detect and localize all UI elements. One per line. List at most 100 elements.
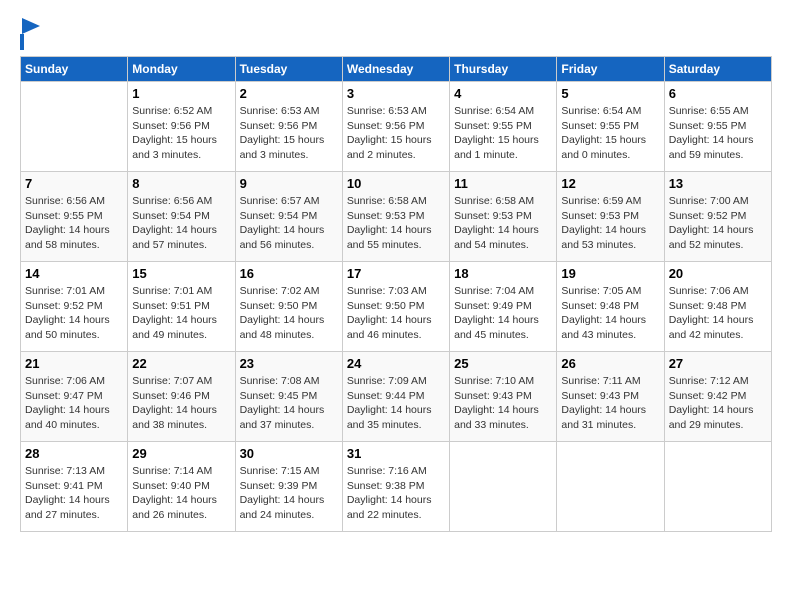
calendar-week-2: 7 Sunrise: 6:56 AMSunset: 9:55 PMDaylight… — [21, 172, 772, 262]
calendar-cell: 28Sunrise: 7:13 AMSunset: 9:41 PMDayligh… — [21, 442, 128, 532]
day-info: Sunrise: 6:58 AMSunset: 9:53 PMDaylight:… — [347, 194, 445, 253]
day-number: 12 — [561, 176, 659, 191]
calendar-cell: 26 Sunrise: 7:11 AMSunset: 9:43 PMDayligh… — [557, 352, 664, 442]
day-number: 4 — [454, 86, 552, 101]
day-number: 5 — [561, 86, 659, 101]
day-info: Sunrise: 7:13 AMSunset: 9:41 PMDaylight:… — [25, 464, 123, 523]
day-info: Sunrise: 7:03 AMSunset: 9:50 PMDaylight:… — [347, 284, 445, 343]
day-info: Sunrise: 7:02 AMSunset: 9:50 PMDaylight:… — [240, 284, 338, 343]
day-number: 18 — [454, 266, 552, 281]
day-info: Sunrise: 6:55 AMSunset: 9:55 PMDaylight:… — [669, 104, 767, 163]
calendar-cell: 1 Sunrise: 6:52 AMSunset: 9:56 PMDaylight… — [128, 82, 235, 172]
column-header-tuesday: Tuesday — [235, 57, 342, 82]
day-info: Sunrise: 7:07 AMSunset: 9:46 PMDaylight:… — [132, 374, 230, 433]
day-info: Sunrise: 6:59 AMSunset: 9:53 PMDaylight:… — [561, 194, 659, 253]
day-number: 25 — [454, 356, 552, 371]
day-info: Sunrise: 7:04 AMSunset: 9:49 PMDaylight:… — [454, 284, 552, 343]
column-header-friday: Friday — [557, 57, 664, 82]
calendar-week-3: 14 Sunrise: 7:01 AMSunset: 9:52 PMDayligh… — [21, 262, 772, 352]
page-header — [20, 20, 772, 50]
calendar-cell: 22 Sunrise: 7:07 AMSunset: 9:46 PMDayligh… — [128, 352, 235, 442]
calendar-cell — [557, 442, 664, 532]
day-number: 30 — [240, 446, 338, 461]
day-number: 14 — [25, 266, 123, 281]
calendar-cell: 9 Sunrise: 6:57 AMSunset: 9:54 PMDaylight… — [235, 172, 342, 262]
calendar-cell: 2 Sunrise: 6:53 AMSunset: 9:56 PMDaylight… — [235, 82, 342, 172]
day-info: Sunrise: 7:09 AMSunset: 9:44 PMDaylight:… — [347, 374, 445, 433]
day-info: Sunrise: 6:56 AMSunset: 9:54 PMDaylight:… — [132, 194, 230, 253]
calendar-cell: 10 Sunrise: 6:58 AMSunset: 9:53 PMDayligh… — [342, 172, 449, 262]
column-header-monday: Monday — [128, 57, 235, 82]
day-number: 2 — [240, 86, 338, 101]
day-number: 8 — [132, 176, 230, 191]
day-info: Sunrise: 7:14 AMSunset: 9:40 PMDaylight:… — [132, 464, 230, 523]
logo — [20, 20, 40, 50]
column-header-saturday: Saturday — [664, 57, 771, 82]
calendar-cell: 29 Sunrise: 7:14 AMSunset: 9:40 PMDayligh… — [128, 442, 235, 532]
day-number: 20 — [669, 266, 767, 281]
day-info: Sunrise: 7:15 AMSunset: 9:39 PMDaylight:… — [240, 464, 338, 523]
column-header-wednesday: Wednesday — [342, 57, 449, 82]
calendar-cell: 7 Sunrise: 6:56 AMSunset: 9:55 PMDaylight… — [21, 172, 128, 262]
calendar-cell: 30 Sunrise: 7:15 AMSunset: 9:39 PMDayligh… — [235, 442, 342, 532]
calendar-header-row: SundayMondayTuesdayWednesdayThursdayFrid… — [21, 57, 772, 82]
day-number: 3 — [347, 86, 445, 101]
day-info: Sunrise: 6:53 AMSunset: 9:56 PMDaylight:… — [347, 104, 445, 163]
day-info: Sunrise: 6:52 AMSunset: 9:56 PMDaylight:… — [132, 104, 230, 163]
calendar-cell: 24 Sunrise: 7:09 AMSunset: 9:44 PMDayligh… — [342, 352, 449, 442]
day-info: Sunrise: 6:58 AMSunset: 9:53 PMDaylight:… — [454, 194, 552, 253]
calendar-cell: 8 Sunrise: 6:56 AMSunset: 9:54 PMDaylight… — [128, 172, 235, 262]
day-number: 29 — [132, 446, 230, 461]
day-info: Sunrise: 7:16 AMSunset: 9:38 PMDaylight:… — [347, 464, 445, 523]
calendar-week-4: 21Sunrise: 7:06 AMSunset: 9:47 PMDayligh… — [21, 352, 772, 442]
calendar-cell: 25Sunrise: 7:10 AMSunset: 9:43 PMDayligh… — [450, 352, 557, 442]
day-info: Sunrise: 7:12 AMSunset: 9:42 PMDaylight:… — [669, 374, 767, 433]
day-number: 11 — [454, 176, 552, 191]
calendar-cell: 3 Sunrise: 6:53 AMSunset: 9:56 PMDaylight… — [342, 82, 449, 172]
day-info: Sunrise: 7:08 AMSunset: 9:45 PMDaylight:… — [240, 374, 338, 433]
day-info: Sunrise: 7:11 AMSunset: 9:43 PMDaylight:… — [561, 374, 659, 433]
day-number: 1 — [132, 86, 230, 101]
calendar-cell: 14 Sunrise: 7:01 AMSunset: 9:52 PMDayligh… — [21, 262, 128, 352]
day-number: 10 — [347, 176, 445, 191]
calendar-cell: 23Sunrise: 7:08 AMSunset: 9:45 PMDayligh… — [235, 352, 342, 442]
calendar-table: SundayMondayTuesdayWednesdayThursdayFrid… — [20, 56, 772, 532]
day-number: 7 — [25, 176, 123, 191]
day-info: Sunrise: 7:00 AMSunset: 9:52 PMDaylight:… — [669, 194, 767, 253]
day-number: 17 — [347, 266, 445, 281]
day-info: Sunrise: 7:01 AMSunset: 9:52 PMDaylight:… — [25, 284, 123, 343]
calendar-cell: 16Sunrise: 7:02 AMSunset: 9:50 PMDayligh… — [235, 262, 342, 352]
calendar-cell: 31 Sunrise: 7:16 AMSunset: 9:38 PMDayligh… — [342, 442, 449, 532]
calendar-cell — [21, 82, 128, 172]
calendar-cell: 13Sunrise: 7:00 AMSunset: 9:52 PMDayligh… — [664, 172, 771, 262]
day-info: Sunrise: 6:54 AMSunset: 9:55 PMDaylight:… — [454, 104, 552, 163]
calendar-cell: 18 Sunrise: 7:04 AMSunset: 9:49 PMDayligh… — [450, 262, 557, 352]
day-info: Sunrise: 6:56 AMSunset: 9:55 PMDaylight:… — [25, 194, 123, 253]
calendar-cell: 6 Sunrise: 6:55 AMSunset: 9:55 PMDaylight… — [664, 82, 771, 172]
calendar-cell: 27 Sunrise: 7:12 AMSunset: 9:42 PMDayligh… — [664, 352, 771, 442]
calendar-cell: 19Sunrise: 7:05 AMSunset: 9:48 PMDayligh… — [557, 262, 664, 352]
day-number: 27 — [669, 356, 767, 371]
day-number: 22 — [132, 356, 230, 371]
day-number: 24 — [347, 356, 445, 371]
column-header-sunday: Sunday — [21, 57, 128, 82]
day-info: Sunrise: 7:01 AMSunset: 9:51 PMDaylight:… — [132, 284, 230, 343]
calendar-week-1: 1 Sunrise: 6:52 AMSunset: 9:56 PMDaylight… — [21, 82, 772, 172]
day-number: 26 — [561, 356, 659, 371]
day-number: 9 — [240, 176, 338, 191]
calendar-cell: 17 Sunrise: 7:03 AMSunset: 9:50 PMDayligh… — [342, 262, 449, 352]
calendar-week-5: 28Sunrise: 7:13 AMSunset: 9:41 PMDayligh… — [21, 442, 772, 532]
calendar-cell — [664, 442, 771, 532]
calendar-cell: 12 Sunrise: 6:59 AMSunset: 9:53 PMDayligh… — [557, 172, 664, 262]
calendar-cell: 21Sunrise: 7:06 AMSunset: 9:47 PMDayligh… — [21, 352, 128, 442]
day-number: 6 — [669, 86, 767, 101]
day-info: Sunrise: 6:54 AMSunset: 9:55 PMDaylight:… — [561, 104, 659, 163]
day-info: Sunrise: 7:05 AMSunset: 9:48 PMDaylight:… — [561, 284, 659, 343]
day-info: Sunrise: 6:53 AMSunset: 9:56 PMDaylight:… — [240, 104, 338, 163]
calendar-cell: 20Sunrise: 7:06 AMSunset: 9:48 PMDayligh… — [664, 262, 771, 352]
day-number: 15 — [132, 266, 230, 281]
column-header-thursday: Thursday — [450, 57, 557, 82]
day-number: 31 — [347, 446, 445, 461]
day-info: Sunrise: 6:57 AMSunset: 9:54 PMDaylight:… — [240, 194, 338, 253]
calendar-cell: 15 Sunrise: 7:01 AMSunset: 9:51 PMDayligh… — [128, 262, 235, 352]
